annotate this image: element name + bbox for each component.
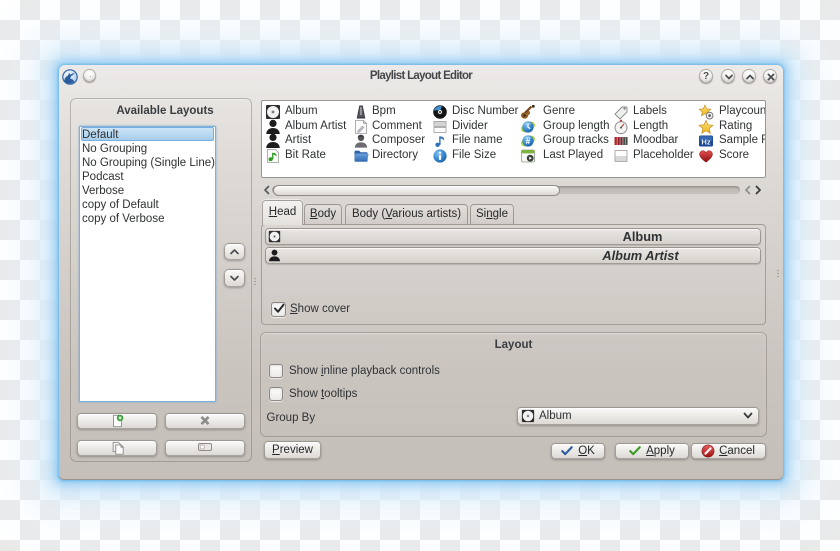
svg-text:#: #	[526, 137, 531, 146]
svg-text:Hz: Hz	[701, 137, 710, 146]
